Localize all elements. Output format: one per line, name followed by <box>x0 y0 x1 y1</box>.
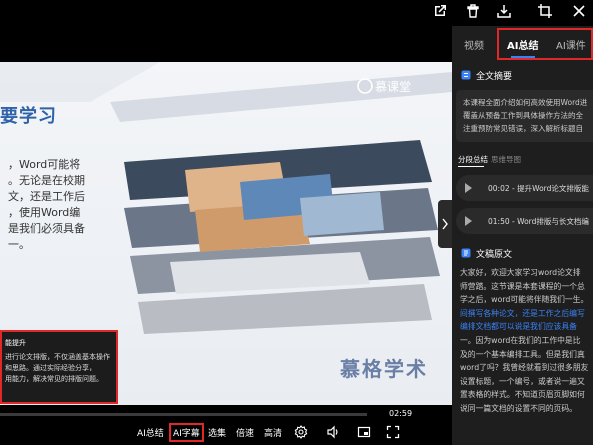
crop-icon[interactable] <box>537 3 553 19</box>
slide-body-line: 文，还是工作后 <box>8 190 85 203</box>
transcript-line[interactable]: 置表格的样式。不知道页眉页脚如何 <box>460 388 593 402</box>
subtab-underline <box>458 166 484 167</box>
tab-video[interactable]: 视频 <box>464 37 484 52</box>
video-top-bar <box>0 0 452 62</box>
panel-tabs: 视频 AI总结 AI课件 <box>452 26 593 60</box>
transcript-line[interactable]: 说同一篇文档的设置不同的页码。 <box>460 402 593 416</box>
chapter-time: 01:50 <box>488 217 510 226</box>
summary-subtabs: 分段总结 思维导图 <box>458 154 521 165</box>
episodes-button[interactable]: 选集 <box>208 426 226 439</box>
delete-icon[interactable] <box>465 3 481 19</box>
transcript-line[interactable]: 一。因为word在我们的工作中是比 <box>460 334 593 348</box>
play-icon <box>465 216 472 226</box>
chapter-item[interactable]: 01:50 - Word排版与长文档编 <box>456 208 593 234</box>
slide-body-line: ，Word可能将 <box>8 158 81 171</box>
abstract-card: 本课程全面介绍如何高效使用Word进 覆盖从预备工作到具体操作方法的全 注重预防… <box>456 90 593 142</box>
quality-button[interactable]: 高清 <box>264 426 282 439</box>
panel-toggle-button[interactable] <box>438 200 452 248</box>
laptop-photo <box>124 140 440 334</box>
svg-text:慕课堂: 慕课堂 <box>375 80 411 94</box>
overlay-line: 用能力，解决常见的排版问题。 <box>5 375 103 383</box>
fullscreen-icon[interactable] <box>386 425 400 439</box>
transcript-line[interactable]: 学之后，word可能将伴随我们一生。 <box>460 293 593 307</box>
transcript-header: 文稿原文 <box>476 250 513 260</box>
slide-body-text: ，Word可能将 。无论是在校期 文，还是工作后 ，使用Word编 是我们必须具… <box>8 157 90 253</box>
abstract-line: 覆盖从预备工作到具体操作方法的全 <box>463 111 583 120</box>
download-icon[interactable] <box>496 3 512 19</box>
ai-side-panel: 视频 AI总结 AI课件 全文摘要 本课程全面介绍如何高效使用Word进 覆盖从… <box>452 26 593 445</box>
close-icon[interactable] <box>571 3 587 19</box>
ai-subtitle-button[interactable]: AI字幕 <box>169 423 204 442</box>
overlay-line: 进行论文排版，不仅涵盖基本操作 <box>5 353 110 361</box>
transcript-line[interactable]: 师营踏。这节课是本套课程的一个总 <box>460 280 593 294</box>
chapter-time: 00:02 <box>488 184 510 193</box>
abstract-header: 全文摘要 <box>476 72 513 82</box>
overlay-line: 和思路。通过实际经验分享， <box>5 364 96 372</box>
progress-bar[interactable] <box>0 413 367 416</box>
transcript-text: 大家好，欢迎大家学习word论文排 师营踏。这节课是本套课程的一个总 学之后，wor… <box>460 266 593 416</box>
course-logo-icon: 慕课堂 <box>357 78 411 94</box>
picture-in-picture-icon[interactable] <box>357 425 371 439</box>
chevron-right-icon <box>442 218 448 230</box>
slide-body-line: 一。 <box>8 238 30 251</box>
slide-body-line: 是我们必须具备 <box>8 222 85 235</box>
overlay-title: 能提升 <box>5 339 26 347</box>
settings-icon[interactable] <box>294 425 308 439</box>
brand-watermark: 慕格学术 <box>340 357 428 381</box>
transcript-line[interactable]: 设置标题，一个编号，或者说一遍又 <box>460 375 593 389</box>
speed-button[interactable]: 倍速 <box>236 426 254 439</box>
duration-label: 02:59 <box>389 409 413 418</box>
volume-icon[interactable] <box>326 425 340 439</box>
transcript-line[interactable]: 及的一个基本编排工具。但是我们真 <box>460 348 593 362</box>
chapter-title: 提升Word论文排版能 <box>517 184 589 193</box>
window-toolbar <box>420 0 593 26</box>
open-external-icon[interactable] <box>432 3 448 19</box>
transcript-line[interactable]: word了吗？我曾经就看到过很多朋友 <box>460 361 593 375</box>
ai-subtitle-overlay: 能提升 进行论文排版，不仅涵盖基本操作 和思路。通过实际经验分享， 用能力，解决… <box>0 330 118 404</box>
slide-body-line: 。无论是在校期 <box>8 174 85 187</box>
chapter-text: 01:50 - Word排版与长文档编 <box>488 217 589 226</box>
abstract-icon <box>461 70 471 80</box>
tabs-highlight-box <box>497 28 593 60</box>
abstract-line: 本课程全面介绍如何高效使用Word进 <box>463 98 588 107</box>
tab-mind-map[interactable]: 思维导图 <box>491 155 521 164</box>
abstract-line: 注重预防常见错误，深入解析标题自 <box>463 124 583 133</box>
tab-segment-summary[interactable]: 分段总结 <box>458 155 488 164</box>
chapter-title: Word排版与长文档编 <box>517 217 589 226</box>
transcript-icon <box>461 248 471 258</box>
transcript-line[interactable]: 编排文档都可以说是我们应该具备 <box>460 320 593 334</box>
chapter-text: 00:02 - 提升Word论文排版能 <box>488 184 589 193</box>
ai-summary-button[interactable]: AI总结 <box>137 426 164 439</box>
play-icon <box>465 183 472 193</box>
slide-body-line: ，使用Word编 <box>8 206 81 219</box>
transcript-line[interactable]: 间撰写各种论文，还是工作之后编写 <box>460 307 593 321</box>
transcript-line[interactable]: 大家好，欢迎大家学习word论文排 <box>460 266 593 280</box>
slide-title: 要学习 <box>0 106 57 127</box>
player-controls <box>0 405 452 445</box>
chapter-item[interactable]: 00:02 - 提升Word论文排版能 <box>456 175 593 201</box>
